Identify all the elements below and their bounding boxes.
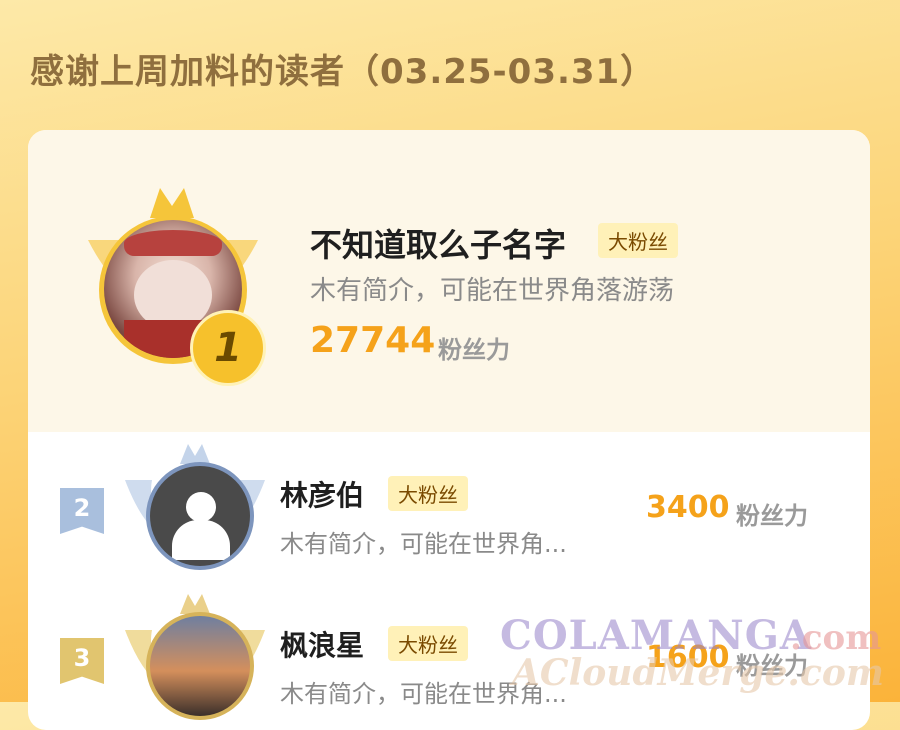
- fan-power-unit: 粉丝力: [736, 502, 808, 530]
- rank-3-row[interactable]: 3 枫浪星 大粉丝 木有简介，可能在世界角... 1600 粉丝力: [28, 590, 870, 730]
- rank-1-medal: 1: [190, 310, 266, 386]
- fan-badge: 大粉丝: [388, 626, 468, 661]
- fan-power-score: 27744: [310, 320, 436, 361]
- avatar[interactable]: [146, 612, 254, 720]
- fan-power-score: 1600: [646, 640, 730, 675]
- rank-2-number: 2: [73, 494, 91, 522]
- reader-name[interactable]: 枫浪星: [280, 624, 364, 664]
- reader-bio: 木有简介，可能在世界角落游荡: [310, 276, 675, 306]
- fan-power-score: 3400: [646, 490, 730, 525]
- reader-bio: 木有简介，可能在世界角...: [280, 530, 567, 558]
- rank-3-badge: 3: [60, 638, 104, 684]
- avatar[interactable]: [146, 462, 254, 570]
- rank-2-row[interactable]: 2 林彦伯 大粉丝 木有简介，可能在世界角... 3400 粉丝力: [28, 440, 870, 590]
- rank-3-number: 3: [73, 644, 91, 672]
- rank-1-number: 1: [214, 325, 242, 371]
- reader-name[interactable]: 不知道取么子名字: [310, 220, 566, 266]
- rank-2-badge: 2: [60, 488, 104, 534]
- reader-ranking-card: 1 不知道取么子名字 大粉丝 木有简介，可能在世界角落游荡 27744 粉丝力 …: [28, 130, 870, 730]
- fan-badge: 大粉丝: [598, 223, 678, 258]
- page-title: 感谢上周加料的读者（03.25-03.31）: [30, 52, 656, 92]
- fan-badge: 大粉丝: [388, 476, 468, 511]
- reader-name[interactable]: 林彦伯: [280, 474, 364, 514]
- reader-bio: 木有简介，可能在世界角...: [280, 680, 567, 708]
- rank-1-row[interactable]: 1 不知道取么子名字 大粉丝 木有简介，可能在世界角落游荡 27744 粉丝力: [28, 130, 870, 432]
- fan-power-unit: 粉丝力: [736, 652, 808, 680]
- fan-power-unit: 粉丝力: [438, 336, 510, 364]
